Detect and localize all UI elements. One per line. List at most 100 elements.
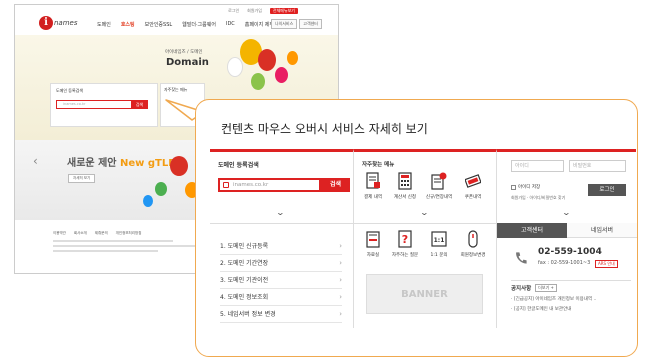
my-service-button[interactable]: 나의서비스 xyxy=(270,19,298,29)
domain-menu-item[interactable]: 1. 도메인 신규등록 › xyxy=(220,238,342,255)
payment-icon xyxy=(366,172,380,189)
svg-text:?: ? xyxy=(402,233,408,246)
fav-inquiry[interactable]: 1:1 1:1 문의 xyxy=(424,230,454,258)
ad-banner[interactable]: BANNER xyxy=(366,274,483,314)
notice-section: 공지사항 더보기 + · [긴급공지] 아이네임즈 개인정보 이용내역 .. · … xyxy=(511,280,631,312)
nav-webbuilder[interactable]: 웹빌더·그룹웨어 xyxy=(182,21,216,28)
bg-search-button[interactable]: 검색 xyxy=(131,100,148,109)
support-tabs: 고객센터 네임서버 xyxy=(497,223,637,238)
account-links[interactable]: 회원가입 · 아이디/비밀번호 찾기 xyxy=(511,195,565,201)
input-icon xyxy=(223,182,229,188)
login-button[interactable]: 로그인 xyxy=(588,184,626,196)
footer-tab[interactable]: 개인정보처리방침 xyxy=(116,231,142,236)
bg-footer-tabs: 이용약관 회사소개 제휴문의 개인정보처리방침 xyxy=(53,231,141,236)
faq-icon: ? xyxy=(398,230,412,248)
callout-panel: 컨텐츠 마우스 오버시 서비스 자세히 보기 도메인 등록검색 inames.c… xyxy=(195,99,638,357)
calculator-icon xyxy=(398,172,412,190)
domain-menu-list: 1. 도메인 신규등록 › 2. 도메인 기간연장 › 3. 도메인 기관이전 › 4… xyxy=(210,223,353,328)
chevron-right-icon: › xyxy=(339,293,342,301)
nav-homepage[interactable]: 홈페이지 제작 xyxy=(245,21,274,28)
balloon-icon xyxy=(258,49,276,71)
chevron-right-icon: › xyxy=(339,310,342,318)
main-nav: 도메인 호스팅 보안인증SSL 웹빌더·그룹웨어 IDC 홈페이지 제작 xyxy=(97,21,274,28)
nav-hosting[interactable]: 호스팅 xyxy=(121,21,135,28)
balloon-icon xyxy=(251,73,265,90)
tab-nameserver[interactable]: 네임서버 xyxy=(567,223,637,238)
footer-tab[interactable]: 회사소개 xyxy=(74,231,87,236)
login-link[interactable]: 로그인 xyxy=(228,8,239,14)
member-info-icon xyxy=(468,230,478,248)
chevron-down-icon[interactable]: ⌄ xyxy=(562,208,571,217)
phone-icon xyxy=(516,252,527,264)
ars-badge[interactable]: ARS 안내 xyxy=(595,260,618,268)
support-phone: 02-559-1004 xyxy=(538,247,602,257)
fav-faq[interactable]: ? 자주하는 질문 xyxy=(390,230,420,258)
balloon-icon xyxy=(143,195,153,207)
balloon-icon xyxy=(287,51,298,65)
support-panel: 고객센터 네임서버 02-559-1004 fax : 02-559-1001~… xyxy=(496,223,637,328)
checkbox-icon xyxy=(511,184,516,190)
chevron-down-icon[interactable]: ⌄ xyxy=(420,208,429,217)
join-link[interactable]: 회원가입 xyxy=(247,8,262,14)
site-logo[interactable]: i names xyxy=(39,16,78,30)
bg-footer-text xyxy=(53,240,203,255)
bg-banner-text: 새로운 제안 New gTLD xyxy=(67,158,177,169)
notice-title: 공지사항 xyxy=(511,286,532,292)
fav-coupon[interactable]: 쿠폰내역 xyxy=(458,172,488,200)
top-links: 로그인 회원가입 전체메뉴보기 xyxy=(228,8,298,14)
domain-menu-item[interactable]: 2. 도메인 기간연장 › xyxy=(220,255,342,272)
footer-tab[interactable]: 이용약관 xyxy=(53,231,66,236)
logo-mark: i xyxy=(39,16,53,30)
nav-domain[interactable]: 도메인 xyxy=(97,21,111,28)
notice-more-button[interactable]: 더보기 + xyxy=(535,284,557,292)
favorite-menu-panel: 자주찾는 메뉴 결제 내역 계산서 신청 신규/연장내역 쿠폰내역 ⌄ xyxy=(353,149,496,223)
fav-renewal[interactable]: 신규/연장내역 xyxy=(424,172,454,200)
domain-menu-item[interactable]: 3. 도메인 기관이전 › xyxy=(220,272,342,289)
login-panel: 아이디 비밀번호 아이디 저장 회원가입 · 아이디/비밀번호 찾기 로그인 ⌄ xyxy=(496,149,636,223)
hero-subtitle: 아이네임즈 / 도메인 xyxy=(165,50,203,55)
nav-idc[interactable]: IDC xyxy=(226,21,235,28)
footer-tab[interactable]: 제휴문의 xyxy=(95,231,108,236)
remember-id-checkbox[interactable]: 아이디 저장 xyxy=(511,184,540,190)
bg-search-input[interactable]: inames.co.kr xyxy=(56,100,132,109)
coupon-icon xyxy=(464,174,482,188)
domain-menu-item[interactable]: 5. 네임서버 정보 변경 › xyxy=(220,306,342,323)
page: 로그인 회원가입 전체메뉴보기 i names 도메인 호스팅 보안인증SSL … xyxy=(0,0,650,361)
fav-member[interactable]: 회원정보변경 xyxy=(458,230,488,258)
id-input[interactable]: 아이디 xyxy=(511,160,564,172)
domain-search-input[interactable]: inames.co.kr xyxy=(218,178,321,192)
chevron-right-icon: › xyxy=(339,242,342,250)
prev-arrow-icon[interactable]: ‹ xyxy=(33,154,38,168)
domain-search-panel: 도메인 등록검색 inames.co.kr 검색 ⌄ xyxy=(210,149,353,223)
domain-menu-item[interactable]: 4. 도메인 정보조회 › xyxy=(220,289,342,306)
password-input[interactable]: 비밀번호 xyxy=(569,160,626,172)
domain-search-title: 도메인 등록검색 xyxy=(218,162,259,169)
chevron-right-icon: › xyxy=(339,259,342,267)
bg-fav-title: 자주찾는 메뉴 xyxy=(164,87,188,92)
notice-item[interactable]: · [긴급공지] 아이네임즈 개인정보 이용내역 .. xyxy=(511,296,631,302)
chevron-right-icon: › xyxy=(339,276,342,284)
all-menu-link[interactable]: 전체메뉴보기 xyxy=(269,8,298,14)
archive-icon xyxy=(366,231,380,248)
favorite-menu-title: 자주찾는 메뉴 xyxy=(362,162,395,168)
hero-title: Domain xyxy=(166,57,209,68)
fav-archive[interactable]: 자료실 xyxy=(358,230,388,258)
balloon-icon xyxy=(275,67,288,83)
bg-search-title: 도메인 등록검색 xyxy=(56,88,84,93)
balloon-icon xyxy=(170,156,188,176)
notice-item[interactable]: · [공지] 한글도메인 내 보관안내 xyxy=(511,306,631,312)
support-button[interactable]: 고객센터 xyxy=(299,19,322,29)
bg-domain-search: 도메인 등록검색 inames.co.kr 검색 xyxy=(50,83,158,127)
domain-search-button[interactable]: 검색 xyxy=(321,178,350,192)
domain-search-placeholder: inames.co.kr xyxy=(233,182,269,188)
document-icon xyxy=(431,172,447,190)
favorite-menu-panel-2: 자료실 ? 자주하는 질문 1:1 1:1 문의 회원정보변경 BANNER xyxy=(353,223,496,328)
nav-ssl[interactable]: 보안인증SSL xyxy=(145,21,173,28)
chevron-down-icon[interactable]: ⌄ xyxy=(276,208,285,217)
callout-title: 컨텐츠 마우스 오버시 서비스 자세히 보기 xyxy=(221,122,428,136)
fav-invoice[interactable]: 계산서 신청 xyxy=(390,172,420,200)
fav-payment[interactable]: 결제 내역 xyxy=(358,172,388,200)
nav-buttons: 나의서비스 고객센터 xyxy=(270,19,322,29)
tab-customer-center[interactable]: 고객센터 xyxy=(497,223,567,238)
bg-banner-more[interactable]: 자세히 보기 xyxy=(68,174,96,183)
